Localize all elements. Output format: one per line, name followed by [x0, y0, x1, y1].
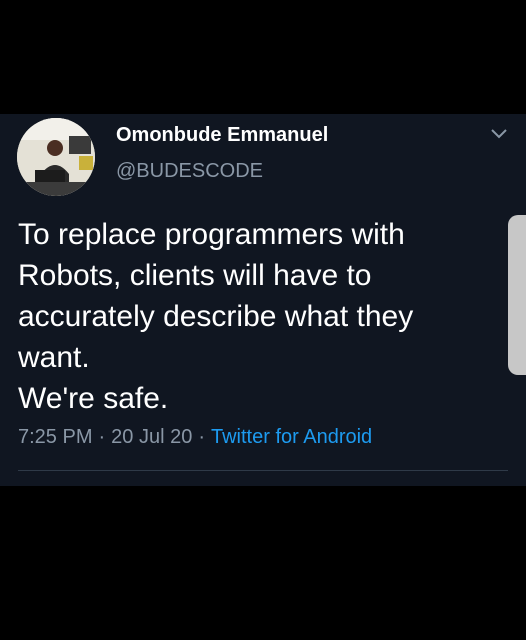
- tweet-text-line: To replace programmers with: [18, 218, 405, 251]
- tweet-text-line: Robots, clients will have to: [18, 259, 372, 292]
- tweet-text-line: accurately describe what they: [18, 300, 414, 333]
- avatar[interactable]: [17, 118, 95, 196]
- profile-photo-icon: [17, 118, 95, 196]
- tweet-meta: 7:25 PM · 20 Jul 20 · Twitter for Android: [18, 426, 372, 449]
- screenshot-frame: Omonbude Emmanuel @BUDESCODE To replace …: [0, 0, 526, 640]
- author-name[interactable]: Omonbude Emmanuel: [116, 124, 328, 147]
- tweet-card: Omonbude Emmanuel @BUDESCODE To replace …: [0, 114, 526, 486]
- divider: [18, 470, 508, 471]
- tweet-text-line: We're safe.: [18, 382, 169, 415]
- tweet-date: 20 Jul 20: [111, 426, 193, 448]
- meta-separator: ·: [98, 426, 106, 448]
- author-handle[interactable]: @BUDESCODE: [116, 160, 263, 183]
- tweet-text-line: want.: [18, 341, 90, 374]
- tweet-source-link[interactable]: Twitter for Android: [211, 426, 372, 448]
- tweet-time: 7:25 PM: [18, 426, 93, 448]
- meta-separator: ·: [198, 426, 205, 448]
- scroll-handle[interactable]: [508, 215, 526, 375]
- chevron-down-icon[interactable]: [489, 126, 509, 142]
- tweet-text: To replace programmers with Robots, clie…: [18, 214, 478, 419]
